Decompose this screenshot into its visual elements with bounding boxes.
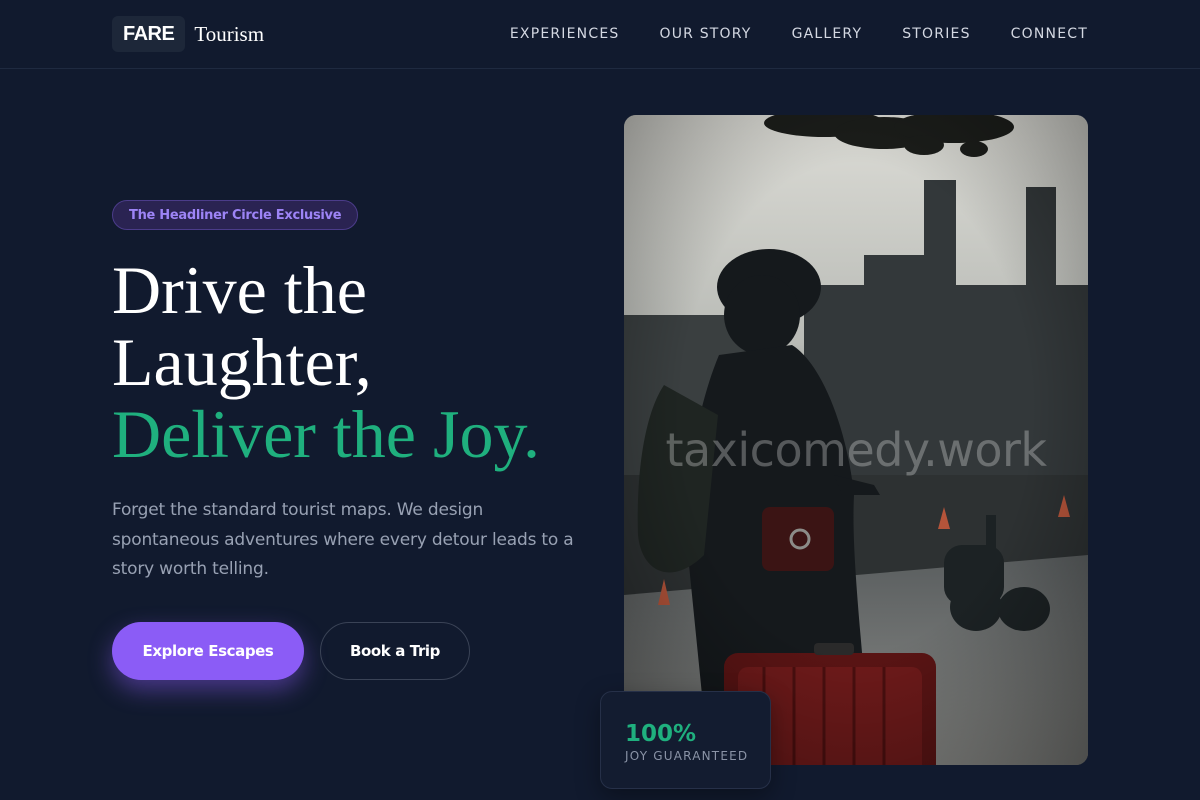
main-nav: EXPERIENCES OUR STORY GALLERY STORIES CO… bbox=[510, 24, 1088, 44]
stat-value: 100% bbox=[625, 721, 697, 747]
nav-link-gallery[interactable]: GALLERY bbox=[792, 24, 863, 44]
joy-stat-card: 100% JOY GUARANTEED bbox=[600, 691, 771, 789]
nav-link-connect[interactable]: CONNECT bbox=[1011, 24, 1088, 44]
explore-escapes-button[interactable]: Explore Escapes bbox=[112, 622, 304, 680]
hero-headline: Drive the Laughter, Deliver the Joy. bbox=[112, 254, 612, 470]
logo-badge: FARE bbox=[112, 16, 186, 52]
book-trip-button[interactable]: Book a Trip bbox=[320, 622, 470, 680]
watermark-text: taxicomedy.work bbox=[665, 423, 1047, 477]
headline-line-2: Laughter, bbox=[112, 324, 372, 400]
nav-link-stories[interactable]: STORIES bbox=[902, 24, 970, 44]
headline-line-1: Drive the bbox=[112, 252, 367, 328]
site-header: FARE Tourism EXPERIENCES OUR STORY GALLE… bbox=[0, 0, 1200, 69]
stat-label: JOY GUARANTEED bbox=[625, 749, 749, 763]
exclusive-badge: The Headliner Circle Exclusive bbox=[112, 200, 359, 230]
hero-description: Forget the standard tourist maps. We des… bbox=[112, 500, 574, 579]
headline-line-3: Deliver the Joy. bbox=[112, 396, 541, 472]
logo-wordmark: Tourism bbox=[194, 21, 265, 46]
nav-link-our-story[interactable]: OUR STORY bbox=[659, 24, 751, 44]
hero-photo: taxicomedy.work bbox=[624, 115, 1088, 765]
nav-link-experiences[interactable]: EXPERIENCES bbox=[510, 24, 620, 44]
logo[interactable]: FARE Tourism bbox=[112, 16, 264, 52]
